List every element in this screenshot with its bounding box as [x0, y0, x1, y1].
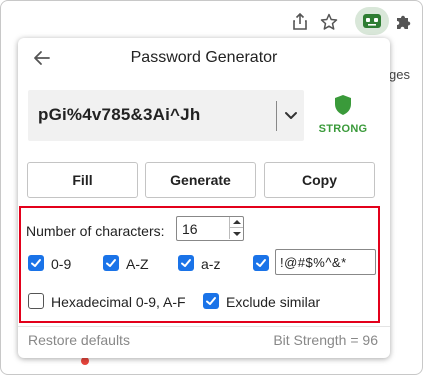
lowercase-label: a-z	[201, 256, 221, 272]
background-page-text: ges	[389, 67, 410, 82]
hexadecimal-checkbox[interactable]	[28, 293, 44, 309]
popup-header: Password Generator	[18, 38, 390, 78]
uppercase-checkbox[interactable]	[103, 255, 119, 271]
generate-button[interactable]: Generate	[145, 162, 256, 198]
symbols-checkbox[interactable]	[253, 255, 269, 271]
spin-up-icon[interactable]	[229, 217, 243, 228]
password-generator-popup: Password Generator pGi%4v785&3Ai^Jh STRO…	[18, 38, 390, 358]
digits-checkbox[interactable]	[28, 255, 44, 271]
num-characters-value: 16	[182, 221, 198, 237]
bookmark-star-icon[interactable]	[316, 9, 342, 35]
password-field-divider	[276, 101, 277, 131]
strength-indicator: STRONG	[311, 94, 375, 138]
extensions-puzzle-icon[interactable]	[390, 9, 416, 35]
share-icon[interactable]	[287, 9, 313, 35]
spin-down-icon[interactable]	[229, 228, 243, 239]
symbols-value: !@#$%^&*	[280, 255, 347, 270]
generated-password[interactable]: pGi%4v785&3Ai^Jh	[38, 105, 200, 125]
footer-divider	[18, 326, 390, 327]
popup-title: Password Generator	[130, 49, 278, 66]
password-generator-extension-icon[interactable]	[355, 7, 389, 35]
shield-icon	[335, 95, 351, 115]
exclude-similar-label: Exclude similar	[226, 294, 321, 310]
password-field[interactable]: pGi%4v785&3Ai^Jh	[28, 90, 304, 141]
num-characters-label: Number of characters:	[26, 223, 165, 239]
browser-window: ges Password Generator pGi%4v785&3Ai^Jh	[0, 0, 423, 375]
background-page-icon	[81, 357, 89, 365]
hexadecimal-label: Hexadecimal 0-9, A-F	[51, 294, 186, 310]
restore-defaults-link[interactable]: Restore defaults	[28, 332, 130, 348]
strength-label: STRONG	[318, 123, 368, 135]
fill-button[interactable]: Fill	[27, 162, 138, 198]
copy-button[interactable]: Copy	[264, 162, 375, 198]
num-characters-input[interactable]: 16	[176, 216, 244, 241]
digits-label: 0-9	[51, 256, 72, 272]
symbols-input[interactable]: !@#$%^&*	[275, 249, 376, 275]
options-panel: Number of characters: 16 0-9 A-Z a-z !@#…	[19, 206, 380, 323]
bit-strength-readout: Bit Strength = 96	[273, 332, 378, 348]
uppercase-label: A-Z	[126, 256, 149, 272]
exclude-similar-checkbox[interactable]	[203, 293, 219, 309]
lowercase-checkbox[interactable]	[178, 255, 194, 271]
chevron-down-icon[interactable]	[282, 106, 300, 124]
